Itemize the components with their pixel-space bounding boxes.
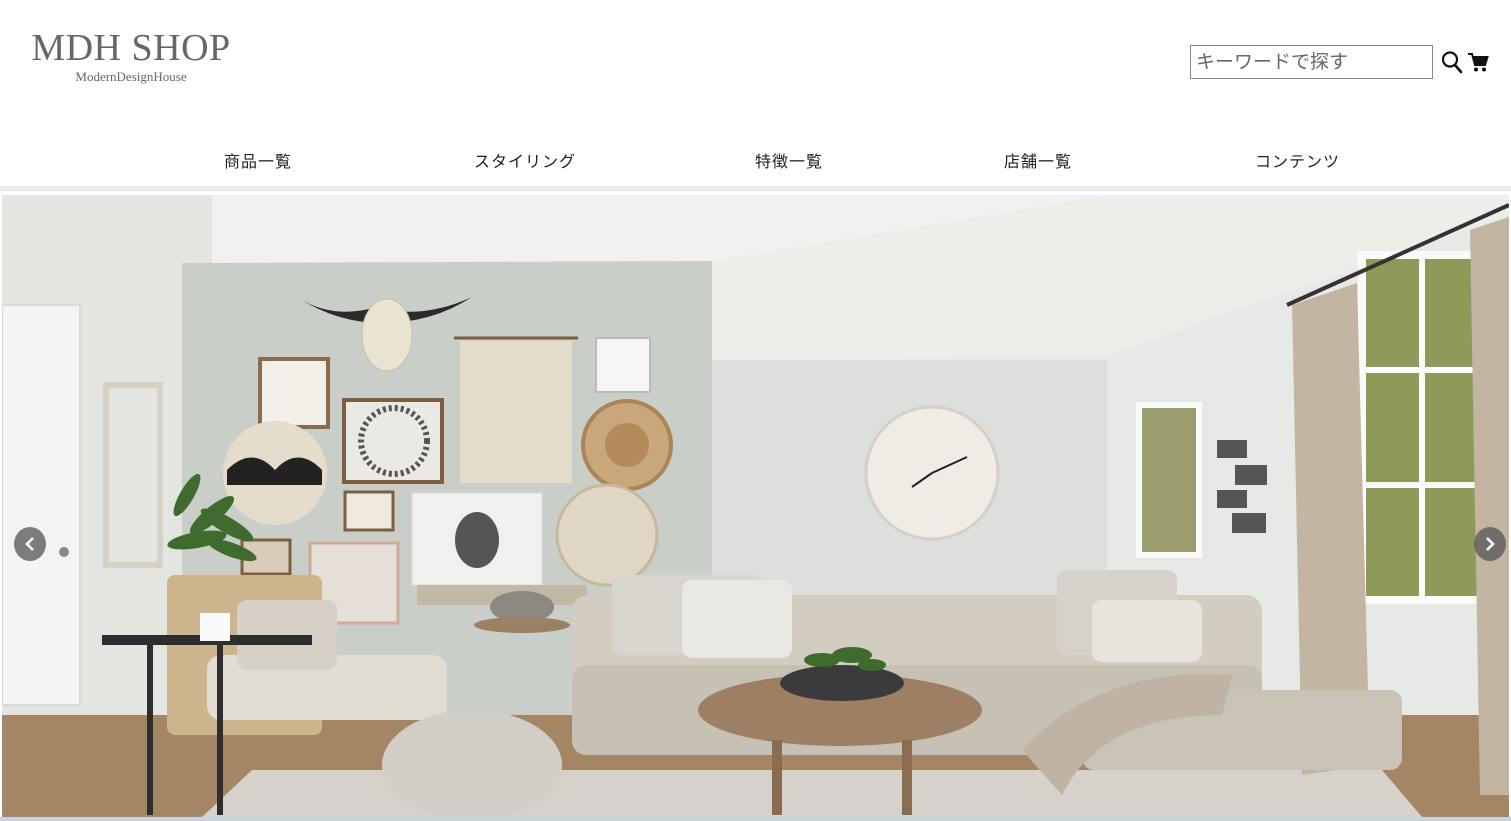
main-nav: 商品一覧 スタイリング 特徴一覧 店舗一覧 コンテンツ	[0, 138, 1511, 182]
search-icon[interactable]	[1439, 47, 1465, 77]
chevron-left-icon	[25, 537, 34, 551]
search-bar	[1190, 45, 1491, 79]
nav-item-contents[interactable]: コンテンツ	[1255, 148, 1340, 172]
logo-title: MDH SHOP	[31, 27, 231, 69]
hero-carousel	[2, 195, 1509, 817]
nav-divider	[0, 186, 1511, 191]
hero-image	[2, 195, 1509, 817]
nav-item-products[interactable]: 商品一覧	[224, 148, 292, 172]
site-logo[interactable]: MDH SHOP ModernDesignHouse	[26, 28, 236, 85]
chevron-right-icon	[1486, 537, 1495, 551]
carousel-next-button[interactable]	[1474, 527, 1506, 561]
carousel-prev-button[interactable]	[14, 527, 46, 561]
logo-subtitle: ModernDesignHouse	[75, 69, 187, 84]
search-input[interactable]	[1190, 45, 1433, 79]
nav-item-stores[interactable]: 店舗一覧	[1004, 148, 1072, 172]
page-bottom-border	[0, 817, 1511, 821]
nav-item-features[interactable]: 特徴一覧	[755, 148, 823, 172]
cart-icon[interactable]	[1465, 47, 1491, 77]
nav-item-styling[interactable]: スタイリング	[474, 148, 576, 172]
